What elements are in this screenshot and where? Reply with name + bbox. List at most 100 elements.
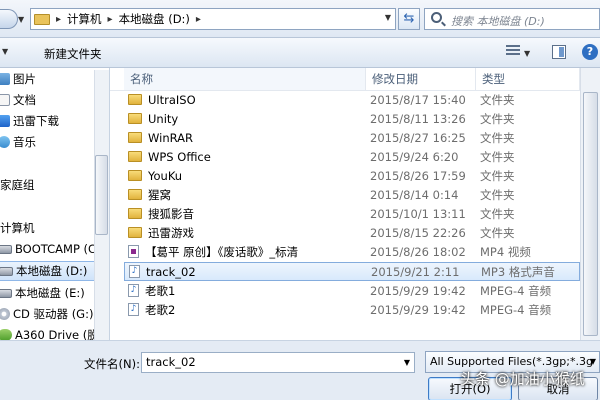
- nav-scrollbar-thumb[interactable]: [95, 155, 108, 235]
- refresh-button[interactable]: ⇆: [398, 8, 420, 30]
- chevron-right-icon[interactable]: ▸: [56, 14, 61, 25]
- nav-item-cd-drive[interactable]: CD 驱动器 (G:): [0, 304, 93, 324]
- nav-item-documents[interactable]: 文档: [0, 90, 36, 110]
- filename-input[interactable]: track_02 ▼: [141, 352, 415, 373]
- chevron-right-icon[interactable]: ▸: [196, 14, 201, 25]
- file-name: track_02: [146, 265, 196, 279]
- nav-item-homegroup[interactable]: 家庭组: [0, 175, 35, 195]
- table-row[interactable]: YouKu 2015/8/26 17:59 文件夹: [124, 167, 580, 186]
- pictures-icon: [0, 73, 10, 85]
- file-date: 2015/8/26 18:02: [370, 245, 466, 259]
- file-name: 迅雷游戏: [148, 226, 194, 240]
- breadcrumb-drive-d[interactable]: 本地磁盘 (D:): [119, 11, 190, 27]
- table-row[interactable]: WinRAR 2015/8/27 16:25 文件夹: [124, 129, 580, 148]
- file-date: 2015/8/27 16:25: [370, 131, 466, 145]
- file-name: WinRAR: [148, 131, 193, 145]
- nav-item-label: 本地磁盘 (D:): [16, 264, 88, 278]
- table-row[interactable]: 搜狐影音 2015/10/1 13:11 文件夹: [124, 205, 580, 224]
- folder-icon: [128, 132, 142, 143]
- nav-item-downloads[interactable]: 迅雷下载: [0, 111, 59, 131]
- address-box[interactable]: ▸ 计算机 ▸ 本地磁盘 (D:) ▸ ▼: [30, 8, 396, 30]
- file-type: 文件夹: [480, 169, 515, 183]
- drive-icon: [0, 288, 12, 298]
- file-type: 文件夹: [480, 131, 515, 145]
- organize-dropdown-icon[interactable]: ▼: [2, 47, 8, 56]
- file-name: 老歌2: [145, 303, 176, 317]
- table-row[interactable]: 猩窝 2015/8/14 0:14 文件夹: [124, 186, 580, 205]
- cd-drive-icon: [0, 308, 10, 320]
- file-date: 2015/8/11 13:26: [370, 112, 466, 126]
- column-header-type[interactable]: 类型: [476, 68, 580, 90]
- file-date: 2015/9/21 2:11: [371, 265, 460, 279]
- nav-item-label: BOOTCAMP (C:: [15, 242, 100, 256]
- audio-file-icon: ♪: [129, 265, 140, 278]
- nav-item-pictures[interactable]: 图片: [0, 69, 36, 89]
- views-dropdown-icon[interactable]: ▼: [524, 49, 530, 58]
- folder-icon: [128, 208, 142, 219]
- search-icon: [431, 12, 442, 23]
- file-date: 2015/9/24 6:20: [370, 150, 459, 164]
- file-type: 文件夹: [480, 207, 515, 221]
- audio-file-icon: ♪: [128, 303, 139, 316]
- file-type: MP4 视频: [480, 245, 531, 259]
- nav-item-label: 文档: [13, 93, 36, 107]
- breadcrumb-computer[interactable]: 计算机: [67, 11, 102, 27]
- filename-dropdown-icon[interactable]: ▼: [404, 353, 410, 372]
- file-name: WPS Office: [148, 150, 211, 164]
- back-button[interactable]: [0, 9, 18, 29]
- nav-item-drive-d[interactable]: 本地磁盘 (D:): [0, 261, 108, 281]
- address-dropdown-icon[interactable]: ▼: [385, 13, 391, 22]
- file-date: 2015/8/15 22:26: [370, 226, 466, 240]
- preview-pane-icon[interactable]: [552, 45, 566, 59]
- file-name: 搜狐影音: [148, 207, 194, 221]
- file-type: MPEG-4 音频: [480, 303, 552, 317]
- help-icon[interactable]: ?: [582, 44, 598, 60]
- file-type: 文件夹: [480, 93, 515, 107]
- nav-item-drive-c[interactable]: BOOTCAMP (C:: [0, 239, 100, 259]
- folder-icon: [128, 227, 142, 238]
- file-type: 文件夹: [480, 112, 515, 126]
- toolbar: ▼ 新建文件夹 ▼ ?: [0, 38, 600, 68]
- drive-icon: [0, 244, 12, 254]
- nav-item-drive-e[interactable]: 本地磁盘 (E:): [0, 283, 85, 303]
- column-header-name[interactable]: 名称: [124, 68, 366, 90]
- table-row[interactable]: WPS Office 2015/9/24 6:20 文件夹: [124, 148, 580, 167]
- folder-icon: [128, 94, 142, 105]
- table-row[interactable]: 迅雷游戏 2015/8/15 22:26 文件夹: [124, 224, 580, 243]
- table-row-selected[interactable]: ♪ track_02 2015/9/21 2:11 MP3 格式声音: [124, 262, 580, 281]
- nav-item-label: 迅雷下载: [13, 114, 59, 128]
- table-row[interactable]: Unity 2015/8/11 13:26 文件夹: [124, 110, 580, 129]
- file-type: MP3 格式声音: [481, 265, 555, 279]
- file-date: 2015/10/1 13:11: [370, 207, 466, 221]
- nav-item-label: 本地磁盘 (E:): [15, 286, 85, 300]
- table-row[interactable]: UltraISO 2015/8/17 15:40 文件夹: [124, 91, 580, 110]
- file-name: YouKu: [148, 169, 183, 183]
- table-row[interactable]: 【葛平 原创】《废话歌》_标清 2015/8/26 18:02 MP4 视频: [124, 243, 580, 262]
- file-list-scrollbar-thumb[interactable]: [583, 92, 598, 336]
- cloud-drive-icon: [0, 329, 12, 340]
- views-icon[interactable]: [506, 45, 520, 59]
- file-type: 文件夹: [480, 150, 515, 164]
- search-input[interactable]: 搜索 本地磁盘 (D:): [424, 8, 600, 30]
- file-name: 老歌1: [145, 284, 176, 298]
- table-row[interactable]: ♪ 老歌2 2015/9/29 19:42 MPEG-4 音频: [124, 301, 580, 320]
- file-type: 文件夹: [480, 188, 515, 202]
- file-name: Unity: [148, 112, 179, 126]
- filter-dropdown-icon[interactable]: ▼: [590, 352, 596, 372]
- file-list-scrollbar[interactable]: [580, 68, 600, 340]
- chevron-right-icon[interactable]: ▸: [108, 14, 113, 25]
- nav-item-computer[interactable]: 计算机: [0, 218, 35, 238]
- video-file-icon: [128, 245, 139, 258]
- documents-icon: [0, 94, 10, 106]
- filename-label: 文件名(N):: [84, 357, 140, 371]
- folder-icon: [128, 113, 142, 124]
- table-row[interactable]: ♪ 老歌1 2015/9/29 19:42 MPEG-4 音频: [124, 282, 580, 301]
- history-dropdown-icon[interactable]: ▼: [18, 15, 24, 24]
- file-name: UltraISO: [148, 93, 196, 107]
- nav-item-music[interactable]: 音乐: [0, 132, 36, 152]
- folder-icon: [128, 151, 142, 162]
- audio-file-icon: ♪: [128, 284, 139, 297]
- new-folder-button[interactable]: 新建文件夹: [44, 46, 102, 62]
- column-header-date[interactable]: 修改日期: [366, 68, 476, 90]
- file-date: 2015/8/26 17:59: [370, 169, 466, 183]
